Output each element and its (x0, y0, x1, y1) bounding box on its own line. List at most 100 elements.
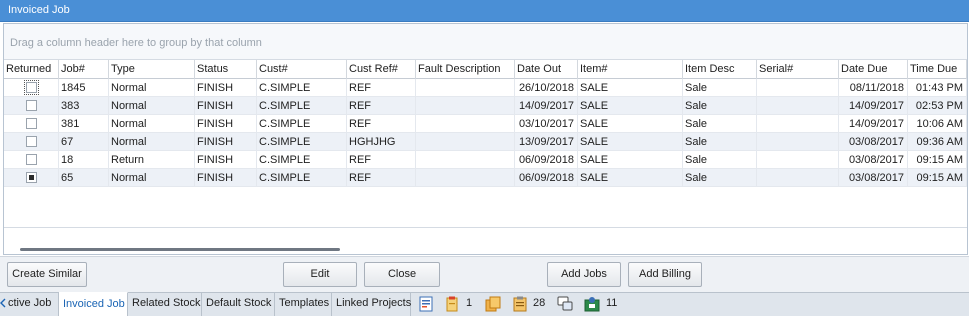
custref-cell: REF (347, 97, 416, 115)
tab-default-stock[interactable]: Default Stock (202, 292, 275, 316)
returned-cell[interactable] (4, 133, 59, 151)
notes-icon[interactable] (444, 296, 460, 312)
returned-cell[interactable] (4, 169, 59, 187)
item-cell: SALE (578, 133, 683, 151)
status-cell: FINISH (195, 79, 257, 97)
item-desc-cell: Sale (683, 115, 757, 133)
time-due-cell: 01:43 PM (908, 79, 967, 97)
type-cell: Return (109, 151, 195, 169)
custref-cell: HGHJHG (347, 133, 416, 151)
returned-checkbox[interactable] (24, 80, 39, 95)
table-row[interactable]: 1845 Normal FINISH C.SIMPLE REF 26/10/20… (4, 79, 967, 97)
job-cell: 67 (59, 133, 109, 151)
edit-button[interactable]: Edit (283, 262, 357, 287)
returned-cell[interactable] (4, 97, 59, 115)
column-header-custref[interactable]: Cust Ref# (347, 60, 416, 79)
serial-cell (757, 97, 839, 115)
returned-checkbox[interactable] (26, 172, 37, 183)
date-due-cell: 03/08/2017 (839, 169, 908, 187)
fault-cell (416, 151, 515, 169)
contacts-icon[interactable] (584, 296, 600, 312)
table-row[interactable]: 383 Normal FINISH C.SIMPLE REF 14/09/201… (4, 97, 967, 115)
column-header-date-out[interactable]: Date Out (515, 60, 578, 79)
status-cell: FINISH (195, 115, 257, 133)
serial-cell (757, 133, 839, 151)
date-due-cell: 14/09/2017 (839, 97, 908, 115)
returned-checkbox[interactable] (26, 136, 37, 147)
returned-cell[interactable] (4, 115, 59, 133)
item-cell: SALE (578, 169, 683, 187)
table-row[interactable]: 18 Return FINISH C.SIMPLE REF 06/09/2018… (4, 151, 967, 169)
returned-checkbox[interactable] (26, 118, 37, 129)
group-by-panel[interactable]: Drag a column header here to group by th… (4, 24, 967, 60)
column-header-type[interactable]: Type (109, 60, 195, 79)
horizontal-scrollbar[interactable] (20, 248, 340, 251)
serial-cell (757, 79, 839, 97)
type-cell: Normal (109, 133, 195, 151)
job-cell: 65 (59, 169, 109, 187)
item-desc-cell: Sale (683, 169, 757, 187)
cust-cell: C.SIMPLE (257, 133, 347, 151)
returned-checkbox[interactable] (26, 154, 37, 165)
column-header-returned[interactable]: Returned (4, 60, 59, 79)
panel-title-bar: Invoiced Job (0, 0, 969, 22)
date-out-cell: 06/09/2018 (515, 169, 578, 187)
status-cell: FINISH (195, 151, 257, 169)
form-icon[interactable] (418, 296, 434, 312)
job-cell: 1845 (59, 79, 109, 97)
item-desc-cell: Sale (683, 151, 757, 169)
table-row[interactable]: 67 Normal FINISH C.SIMPLE HGHJHG 13/09/2… (4, 133, 967, 151)
column-header-job[interactable]: Job# (59, 60, 109, 79)
chat-icon[interactable] (557, 296, 573, 312)
job-cell: 18 (59, 151, 109, 169)
column-header-item-desc[interactable]: Item Desc (683, 60, 757, 79)
date-due-cell: 08/11/2018 (839, 79, 908, 97)
tab-linked-projects[interactable]: Linked Projects (332, 292, 411, 316)
tab-related-stock[interactable]: Related Stock (128, 292, 202, 316)
group-by-hint: Drag a column header here to group by th… (10, 37, 262, 49)
clipboard-icon[interactable] (512, 296, 528, 312)
column-header-serial[interactable]: Serial# (757, 60, 839, 79)
item-cell: SALE (578, 97, 683, 115)
add-jobs-button[interactable]: Add Jobs (547, 262, 621, 287)
close-button[interactable]: Close (364, 262, 440, 287)
tab-active-job[interactable]: ctive Job (4, 292, 59, 316)
type-cell: Normal (109, 115, 195, 133)
tab-templates[interactable]: Templates (275, 292, 332, 316)
date-out-cell: 06/09/2018 (515, 151, 578, 169)
column-header-cust[interactable]: Cust# (257, 60, 347, 79)
add-billing-button[interactable]: Add Billing (628, 262, 702, 287)
status-cell: FINISH (195, 97, 257, 115)
table-row[interactable]: 65 Normal FINISH C.SIMPLE REF 06/09/2018… (4, 169, 967, 187)
item-desc-cell: Sale (683, 79, 757, 97)
returned-cell[interactable] (4, 151, 59, 169)
date-due-cell: 03/08/2017 (839, 133, 908, 151)
column-header-fault-description[interactable]: Fault Description (416, 60, 515, 79)
type-cell: Normal (109, 97, 195, 115)
returned-cell[interactable] (4, 79, 59, 97)
custref-cell: REF (347, 79, 416, 97)
serial-cell (757, 169, 839, 187)
column-header-date-due[interactable]: Date Due (839, 60, 908, 79)
fault-cell (416, 169, 515, 187)
returned-checkbox[interactable] (26, 100, 37, 111)
cust-cell: C.SIMPLE (257, 151, 347, 169)
date-out-cell: 14/09/2017 (515, 97, 578, 115)
table-row[interactable]: 381 Normal FINISH C.SIMPLE REF 03/10/201… (4, 115, 967, 133)
date-out-cell: 13/09/2017 (515, 133, 578, 151)
type-cell: Normal (109, 79, 195, 97)
cust-cell: C.SIMPLE (257, 79, 347, 97)
time-due-cell: 09:15 AM (908, 169, 967, 187)
tab-invoiced-job[interactable]: Invoiced Job (59, 292, 128, 316)
column-header-time-due[interactable]: Time Due (908, 60, 967, 79)
column-header-item[interactable]: Item# (578, 60, 683, 79)
column-header-status[interactable]: Status (195, 60, 257, 79)
cust-cell: C.SIMPLE (257, 97, 347, 115)
create-similar-button[interactable]: Create Similar (7, 262, 87, 287)
item-cell: SALE (578, 79, 683, 97)
invoiced-jobs-grid[interactable]: Drag a column header here to group by th… (3, 23, 968, 255)
notes-count: 1 (466, 297, 473, 309)
custref-cell: REF (347, 151, 416, 169)
documents-icon[interactable] (485, 296, 501, 312)
panel-title: Invoiced Job (8, 4, 70, 16)
